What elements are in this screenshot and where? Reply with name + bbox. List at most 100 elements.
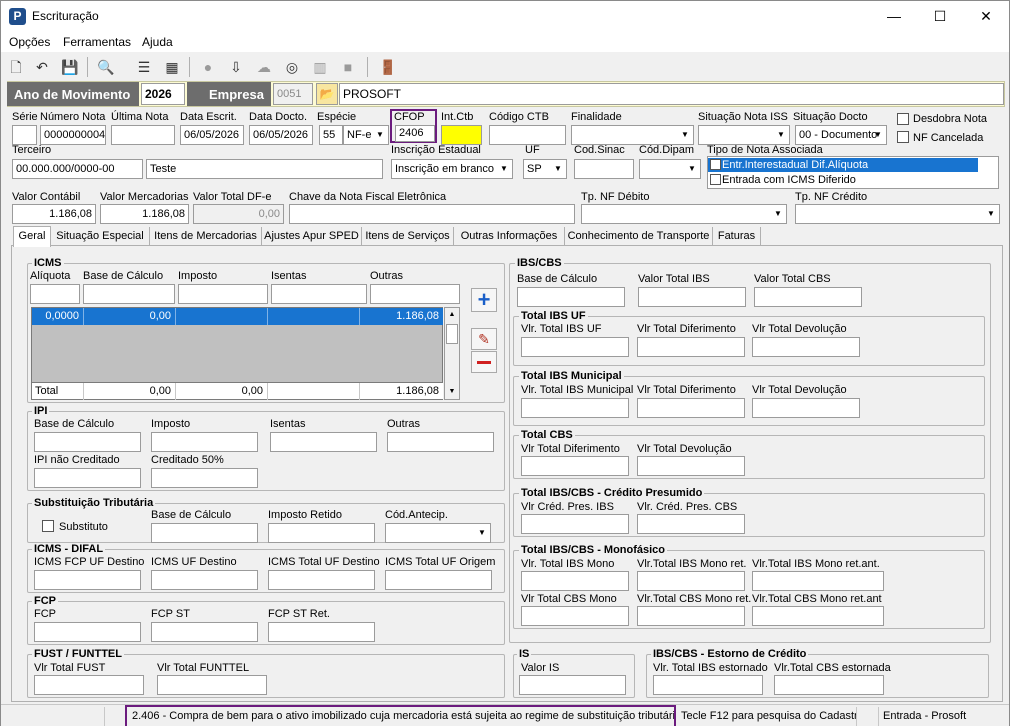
difal-fcp-input[interactable] <box>34 570 141 590</box>
tab-conhecimento-transporte[interactable]: Conhecimento de Transporte <box>565 227 713 246</box>
data-escrit-input[interactable]: 06/05/2026 <box>180 125 244 145</box>
ultima-nota-input[interactable] <box>111 125 175 145</box>
fcp-st-input[interactable] <box>151 622 258 642</box>
tp-nf-debito-select[interactable]: ▼ <box>581 204 787 224</box>
add-icon[interactable]: + <box>471 288 497 312</box>
icms-outras-input[interactable] <box>370 284 460 304</box>
fust-input[interactable] <box>34 675 144 695</box>
tipo-nota-listbox[interactable]: Entr.Interestadual Dif.Alíquota Entrada … <box>707 156 999 189</box>
list-item-checkbox[interactable] <box>710 159 721 170</box>
table-row[interactable]: 0,0000 0,00 1.186,08 <box>32 308 443 325</box>
ipi-base-input[interactable] <box>34 432 141 452</box>
minimize-button[interactable]: — <box>871 1 917 32</box>
cfop-input[interactable]: 2406 <box>395 125 435 142</box>
int-ctb-input[interactable] <box>441 125 482 145</box>
serie-input[interactable] <box>12 125 37 145</box>
icms-isentas-input[interactable] <box>271 284 367 304</box>
cod-sinac-input[interactable] <box>574 159 634 179</box>
print-preview-icon[interactable]: 🔍 <box>95 56 117 78</box>
difal-total-destino-input[interactable] <box>268 570 375 590</box>
scroll-up-icon[interactable]: ▲ <box>445 308 459 322</box>
ibs-estornado-input[interactable] <box>653 675 763 695</box>
cred-pres-cbs-input[interactable] <box>637 514 745 534</box>
valor-total-dfe-input[interactable]: 0,00 <box>193 204 284 224</box>
fcp-st-ret-input[interactable] <box>268 622 375 642</box>
icms-aliquota-input[interactable] <box>30 284 80 304</box>
list-item-checkbox[interactable] <box>710 174 721 185</box>
cib-coins-icon[interactable]: ◎ <box>281 56 303 78</box>
valor-is-input[interactable] <box>519 675 626 695</box>
chave-nfe-input[interactable] <box>289 204 575 224</box>
ibscbs-base-input[interactable] <box>517 287 625 307</box>
scroll-down-icon[interactable]: ▼ <box>445 385 459 399</box>
tab-geral[interactable]: Geral <box>13 226 51 247</box>
especie-code-input[interactable]: 55 <box>319 125 343 145</box>
tab-outras-informacoes[interactable]: Outras Informações <box>454 227 565 246</box>
cbs-estornada-input[interactable] <box>774 675 884 695</box>
ibs-mun-devolucao-input[interactable] <box>752 398 860 418</box>
terceiro-name-input[interactable]: Teste <box>146 159 383 179</box>
menu-opcoes[interactable]: Opções <box>9 35 50 49</box>
mono-ibs-ret-input[interactable] <box>637 571 745 591</box>
icms-imposto-input[interactable] <box>178 284 268 304</box>
mono-cbs-ret-input[interactable] <box>637 606 745 626</box>
icms-base-input[interactable] <box>83 284 175 304</box>
ibs-uf-total-input[interactable] <box>521 337 629 357</box>
mono-cbs-ret-ant-input[interactable] <box>752 606 884 626</box>
difal-total-origem-input[interactable] <box>385 570 492 590</box>
st-cod-antecip-select[interactable]: ▼ <box>385 523 491 543</box>
menu-ferramentas[interactable]: Ferramentas <box>63 35 131 49</box>
icms-grid[interactable]: 0,0000 0,00 1.186,08 Total 0,00 0,00 1.1… <box>31 307 443 400</box>
numero-nota-input[interactable]: 0000000004 <box>40 125 106 145</box>
cod-dipam-select[interactable]: ▼ <box>639 159 701 179</box>
tree-list-icon[interactable]: ☰ <box>133 56 155 78</box>
calculator-icon[interactable]: ▦ <box>161 56 183 78</box>
situacao-docto-select[interactable]: 00 - Documento ▼ <box>795 125 887 145</box>
close-button[interactable]: ✕ <box>963 1 1009 32</box>
cred-pres-ibs-input[interactable] <box>521 514 629 534</box>
exit-door-icon[interactable]: 🚪 <box>377 56 399 78</box>
ipi-imposto-input[interactable] <box>151 432 258 452</box>
desdobra-nota-checkbox[interactable] <box>897 113 909 125</box>
situacao-iss-select[interactable]: ▼ <box>698 125 790 145</box>
list-item[interactable]: Entr.Interestadual Dif.Alíquota <box>708 158 978 172</box>
tab-situacao-especial[interactable]: Situação Especial <box>51 227 150 246</box>
ibscbs-total-ibs-input[interactable] <box>638 287 746 307</box>
save-icon[interactable]: 💾 <box>59 56 81 78</box>
finalidade-select[interactable]: ▼ <box>571 125 694 145</box>
ano-movimento-input[interactable]: 2026 <box>141 83 185 105</box>
ipi-outras-input[interactable] <box>387 432 494 452</box>
ibs-uf-diferimento-input[interactable] <box>637 337 745 357</box>
st-imposto-retido-input[interactable] <box>268 523 375 543</box>
menu-ajuda[interactable]: Ajuda <box>142 35 173 49</box>
inscricao-estadual-select[interactable]: Inscrição em branco ▼ <box>391 159 513 179</box>
edit-pencil-icon[interactable]: ✎ <box>471 328 497 350</box>
empresa-name-input[interactable]: PROSOFT <box>339 83 1004 105</box>
codigo-ctb-input[interactable] <box>489 125 566 145</box>
tp-nf-credito-select[interactable]: ▼ <box>795 204 1000 224</box>
nf-cancelada-checkbox[interactable] <box>897 131 909 143</box>
maximize-button[interactable]: ☐ <box>917 1 963 32</box>
tab-faturas[interactable]: Faturas <box>713 227 761 246</box>
fcp-input[interactable] <box>34 622 141 642</box>
ibs-mun-diferimento-input[interactable] <box>637 398 745 418</box>
tab-itens-mercadorias[interactable]: Itens de Mercadorias <box>150 227 262 246</box>
mono-cbs-input[interactable] <box>521 606 629 626</box>
cbs-diferimento-input[interactable] <box>521 456 629 476</box>
undo-icon[interactable]: ↶ <box>31 56 53 78</box>
substituto-checkbox[interactable] <box>42 520 54 532</box>
remove-icon[interactable] <box>471 351 497 373</box>
especie-select[interactable]: NF-e ▼ <box>343 125 389 145</box>
cbs-devolucao-input[interactable] <box>637 456 745 476</box>
data-docto-input[interactable]: 06/05/2026 <box>249 125 313 145</box>
new-document-icon[interactable]: 🗋 <box>5 56 27 78</box>
import-icon[interactable]: ⇩ <box>225 56 247 78</box>
valor-contabil-input[interactable]: 1.186,08 <box>12 204 96 224</box>
st-base-input[interactable] <box>151 523 258 543</box>
mono-ibs-input[interactable] <box>521 571 629 591</box>
ibs-mun-total-input[interactable] <box>521 398 629 418</box>
scroll-thumb[interactable] <box>446 324 458 344</box>
funttel-input[interactable] <box>157 675 267 695</box>
terceiro-doc-input[interactable]: 00.000.000/0000-00 <box>12 159 143 179</box>
mono-ibs-ret-ant-input[interactable] <box>752 571 884 591</box>
